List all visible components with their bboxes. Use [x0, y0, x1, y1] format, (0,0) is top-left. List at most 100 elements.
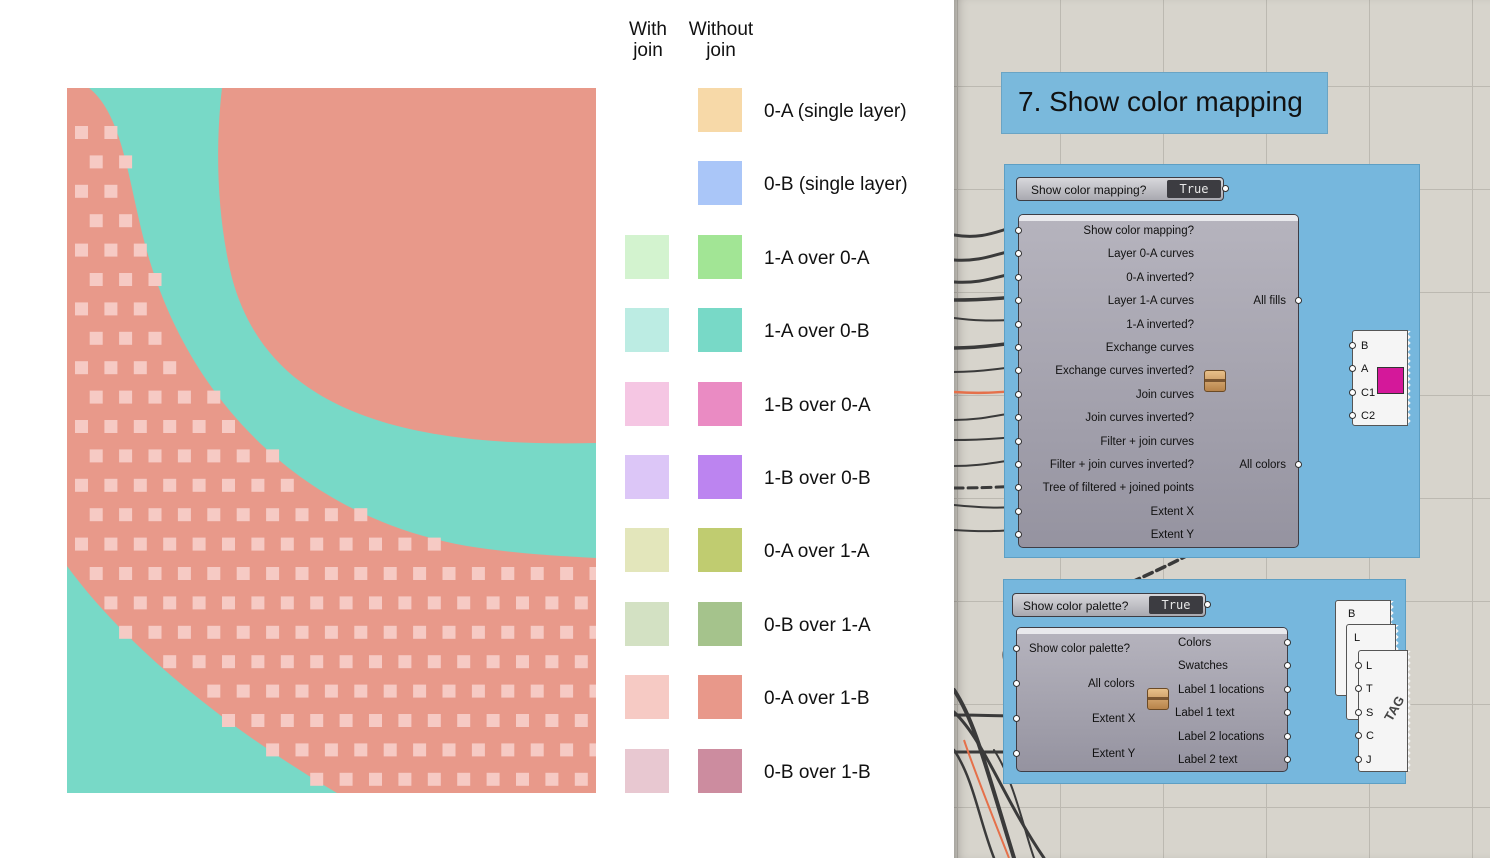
artwork-dot — [119, 155, 133, 169]
artwork-dot — [413, 684, 427, 698]
artwork-dot — [339, 537, 353, 551]
artwork-dot — [207, 684, 221, 698]
panel-edge — [1405, 331, 1411, 425]
artwork-dot — [354, 625, 368, 639]
input-pin[interactable] — [1015, 437, 1022, 445]
input-pin[interactable] — [1015, 250, 1022, 258]
input-pin[interactable] — [1015, 367, 1022, 375]
artwork-dot — [266, 449, 280, 463]
artwork-dot — [236, 625, 250, 639]
input-pin[interactable] — [1013, 680, 1020, 687]
input-param-label: Extent Y — [1092, 748, 1136, 760]
artwork-dot — [75, 243, 88, 257]
input-pin[interactable] — [1015, 273, 1022, 281]
input-pin[interactable] — [1015, 344, 1022, 351]
artwork-dot — [486, 596, 500, 610]
swatch-panel[interactable]: B A C1 C2 — [1349, 330, 1411, 426]
artwork-dot — [207, 567, 221, 580]
artwork-dot — [133, 537, 147, 551]
output-pin[interactable] — [1284, 732, 1291, 740]
artwork-dot — [530, 625, 544, 639]
input-pin[interactable] — [1013, 750, 1020, 757]
panel-pin-label: C1 — [1361, 386, 1376, 399]
panel-pin-label: C2 — [1361, 410, 1376, 423]
output-pin[interactable] — [1295, 461, 1302, 468]
group-title[interactable]: 7. Show color mapping — [1001, 72, 1328, 134]
legend-label: 1-A over 0-B — [764, 321, 870, 343]
input-pin[interactable] — [1015, 297, 1022, 305]
input-pin[interactable] — [1013, 645, 1020, 652]
toggle-show-color-mapping[interactable]: Show color mapping? True — [1016, 177, 1224, 201]
panel-input-pin[interactable] — [1349, 342, 1356, 349]
tag-panel[interactable]: TAG LTSCJ — [1355, 650, 1411, 772]
artwork-dot — [177, 567, 191, 580]
artwork-dot — [369, 772, 382, 786]
toggle-output-pin[interactable] — [1204, 601, 1211, 608]
input-param-label: Filter + join curves — [1100, 435, 1194, 448]
legend-label: 0-B over 1-B — [764, 761, 871, 783]
artwork-dot — [310, 596, 324, 610]
output-pin[interactable] — [1284, 639, 1291, 646]
artwork-dot — [177, 508, 191, 522]
artwork-dot — [177, 625, 191, 639]
artwork-dot — [280, 714, 294, 727]
tag-input-pin[interactable] — [1355, 662, 1362, 669]
input-pin[interactable] — [1015, 461, 1022, 468]
artwork-dot — [530, 567, 544, 580]
input-param-label: Layer 0-A curves — [1107, 248, 1194, 261]
artwork-dot — [280, 478, 294, 492]
artwork-dot — [251, 714, 265, 727]
output-pin[interactable] — [1295, 297, 1302, 304]
artwork-dot — [222, 537, 235, 551]
panel-input-pin[interactable] — [1349, 412, 1356, 420]
input-pin[interactable] — [1015, 227, 1022, 234]
tag-input-pin[interactable] — [1355, 755, 1362, 763]
input-pin[interactable] — [1015, 320, 1022, 328]
artwork-dot — [266, 625, 280, 639]
artwork-dot — [148, 273, 162, 286]
artwork-dot — [339, 655, 353, 669]
artwork-dot — [163, 478, 177, 492]
input-pin[interactable] — [1013, 715, 1020, 722]
package-icon — [1147, 688, 1169, 710]
input-pin[interactable] — [1015, 531, 1022, 539]
artwork-dot — [104, 243, 118, 257]
input-pin[interactable] — [1015, 484, 1022, 492]
toggle-value[interactable]: True — [1167, 180, 1221, 198]
artwork-dot — [148, 508, 162, 522]
tag-input-pin[interactable] — [1355, 732, 1362, 740]
toggle-show-color-palette[interactable]: Show color palette? True — [1012, 593, 1206, 617]
artwork-dot — [589, 625, 596, 639]
artwork-dot — [192, 478, 206, 492]
color-mapping-component[interactable]: Show color mapping? Layer 0-A curves 0-A i… — [1015, 214, 1302, 548]
tag-label: TAG — [1381, 693, 1408, 724]
artwork-dot — [119, 273, 133, 286]
artwork-dot — [119, 508, 133, 522]
artwork-dot — [501, 684, 515, 698]
panel-input-pin[interactable] — [1349, 365, 1356, 373]
input-pin[interactable] — [1015, 414, 1022, 422]
artwork-dot — [163, 596, 177, 610]
tag-input-pin[interactable] — [1355, 708, 1362, 716]
grasshopper-canvas[interactable]: 7. Show color mapping Show color mapping… — [954, 0, 1490, 858]
artwork-dot — [177, 390, 191, 404]
input-param-label: 0-A inverted? — [1126, 271, 1194, 284]
output-pin[interactable] — [1284, 756, 1291, 763]
toggle-value[interactable]: True — [1149, 596, 1203, 614]
input-pin[interactable] — [1015, 390, 1022, 398]
swatch-color-preview — [1377, 367, 1404, 394]
tag-input-pin[interactable] — [1355, 685, 1362, 693]
artwork-dot — [471, 743, 485, 757]
panel-input-pin[interactable] — [1349, 388, 1356, 396]
color-palette-component[interactable]: Show color palette? All colors Extent X Ext… — [1013, 627, 1291, 772]
input-param-label: Exchange curves — [1105, 342, 1194, 354]
artwork-dot — [324, 743, 338, 757]
artwork-dot — [442, 743, 456, 757]
artwork-dot — [324, 567, 338, 580]
output-pin[interactable] — [1284, 685, 1291, 693]
artwork-dot — [89, 273, 103, 286]
toggle-output-pin[interactable] — [1222, 185, 1229, 192]
artwork-dot — [148, 449, 162, 463]
artwork-dot — [119, 625, 133, 639]
input-pin[interactable] — [1015, 507, 1022, 515]
